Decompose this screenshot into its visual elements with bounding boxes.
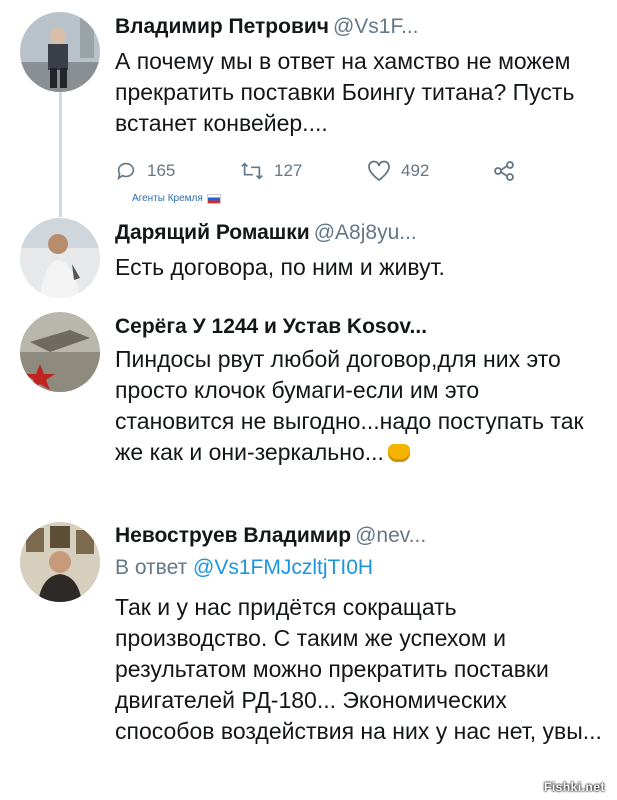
- avatar[interactable]: [20, 12, 100, 92]
- tweet-header: Невоструев Владимир @nev...: [115, 523, 426, 549]
- retweet-icon: [241, 162, 263, 180]
- user-handle[interactable]: @nev...: [355, 524, 426, 547]
- tweet-text: Так и у нас придётся сокращать производс…: [115, 594, 602, 744]
- reply-mention-link[interactable]: @Vs1FMJczltjTI0H: [193, 556, 373, 579]
- display-name[interactable]: Серёга У 1244 и Устав Kosov...: [115, 315, 427, 338]
- avatar[interactable]: [20, 218, 100, 298]
- fist-emoji: [387, 444, 410, 462]
- like-count: 492: [401, 161, 430, 180]
- russia-flag-icon: [206, 193, 221, 204]
- retweet-count: 127: [274, 161, 303, 180]
- tweet-header: Владимир Петрович @Vs1F...: [115, 14, 419, 40]
- tweet-1[interactable]: Владимир Петрович @Vs1F... А почему мы в …: [0, 0, 617, 200]
- avatar[interactable]: [20, 312, 100, 392]
- retweet-button[interactable]: 127: [240, 160, 302, 182]
- reply-button[interactable]: 165: [115, 160, 175, 182]
- tweet-header: Дарящий Ромашки @A8j8yu...: [115, 220, 417, 246]
- share-icon: [494, 161, 514, 181]
- badge-label: Агенты Кремля: [132, 193, 203, 204]
- tweet-text: Пиндосы рвут любой договор,для них это п…: [115, 344, 595, 468]
- user-handle[interactable]: @Vs1F...: [333, 15, 419, 38]
- tweet-3[interactable]: Серёга У 1244 и Устав Kosov... Пиндосы р…: [0, 300, 617, 515]
- display-name[interactable]: Дарящий Ромашки: [115, 221, 310, 244]
- display-name[interactable]: Невоструев Владимир: [115, 524, 351, 547]
- share-button[interactable]: [493, 160, 525, 182]
- watermark: Fishki.net: [543, 780, 605, 794]
- kremlin-agents-badge: Агенты Кремля: [132, 193, 221, 204]
- reply-icon: [117, 162, 135, 181]
- like-button[interactable]: 492: [367, 160, 429, 182]
- tweet-4[interactable]: Невоструев Владимир @nev... В ответ @Vs1F…: [0, 508, 617, 800]
- tweet-2[interactable]: Дарящий Ромашки @A8j8yu... Есть договора,…: [0, 210, 617, 305]
- tweet-text: Есть договора, по ним и живут.: [115, 254, 445, 280]
- reply-prefix: В ответ: [115, 556, 188, 579]
- avatar[interactable]: [20, 522, 100, 602]
- tweet-header: Серёга У 1244 и Устав Kosov...: [115, 314, 427, 340]
- tweet-text: А почему мы в ответ на хамство не можем …: [115, 48, 575, 136]
- like-icon: [368, 160, 390, 182]
- tweet-actions: 165 127 492: [115, 160, 535, 186]
- tweet-text-content: Пиндосы рвут любой договор,для них это п…: [115, 346, 584, 465]
- reply-context: В ответ @Vs1FMJczltjTI0H: [115, 555, 373, 581]
- reply-count: 165: [147, 161, 176, 180]
- user-handle[interactable]: @A8j8yu...: [314, 221, 417, 244]
- display-name[interactable]: Владимир Петрович: [115, 15, 329, 38]
